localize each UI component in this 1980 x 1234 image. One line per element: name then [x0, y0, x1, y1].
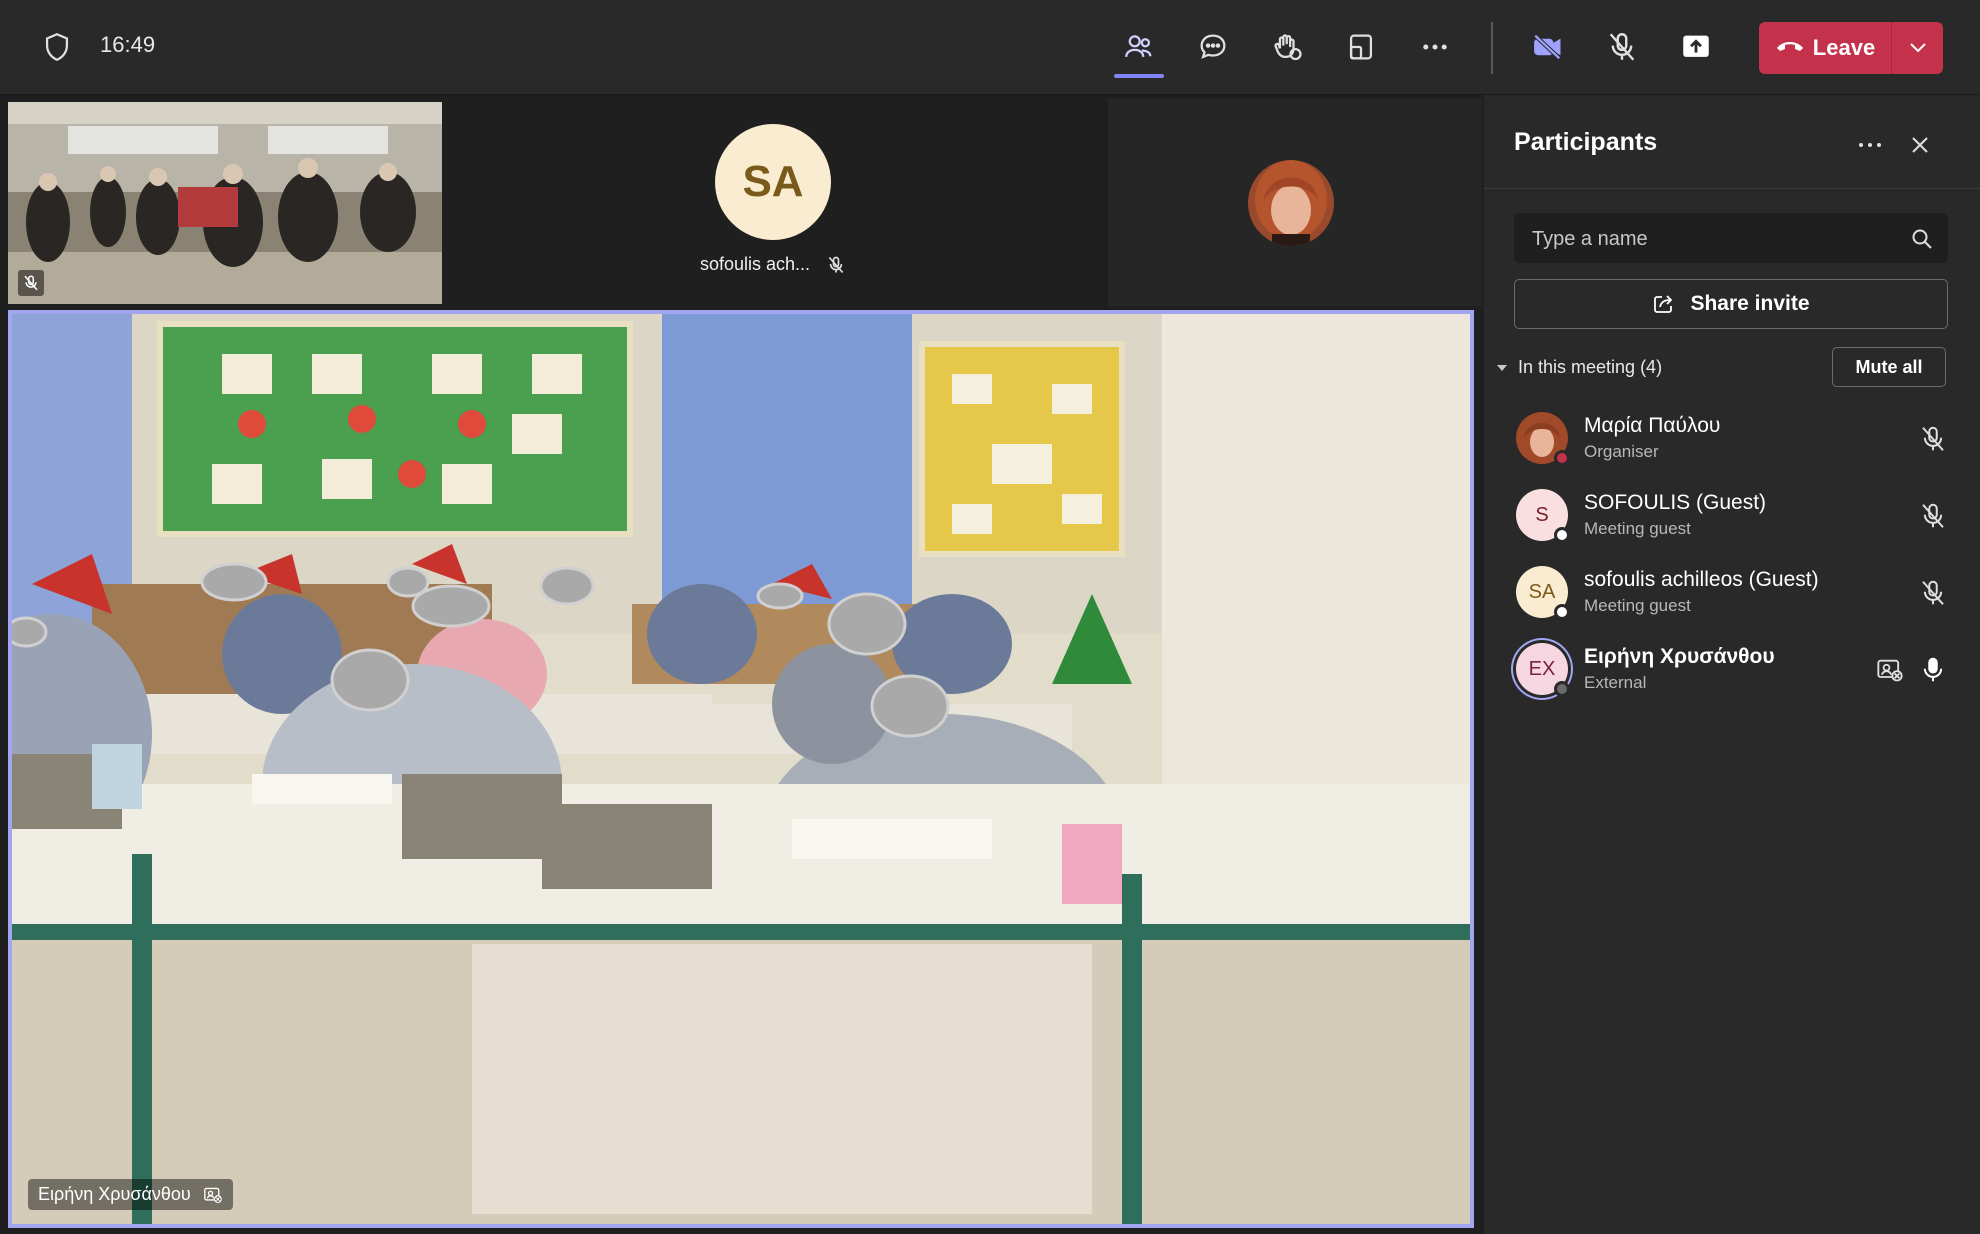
leave-label: Leave [1812, 35, 1876, 60]
in-meeting-label: In this meeting (4) [1518, 357, 1663, 377]
search-icon[interactable] [1910, 227, 1934, 251]
view-icon[interactable] [1338, 24, 1384, 70]
participant-role: Meeting guest [1584, 596, 1691, 615]
tile-name: sofoulis ach... [700, 254, 811, 274]
main-video-tile[interactable]: Ειρήνη Χρυσάνθου [8, 310, 1474, 1228]
leave-options-button[interactable] [1892, 22, 1943, 74]
avatar-initials: EX [1528, 657, 1556, 680]
share-screen-icon[interactable] [1673, 24, 1719, 70]
share-invite-button[interactable]: Share invite [1514, 279, 1948, 329]
participant-role: Meeting guest [1584, 519, 1691, 538]
avatar: EX [1516, 643, 1570, 697]
chevron-down-icon [1909, 43, 1926, 53]
toolbar-divider [1491, 22, 1493, 74]
meeting-toolbar: 16:49 Leave [0, 0, 1980, 95]
participant-name: Μαρία Παύλου [1584, 414, 1721, 437]
mic-off-icon [1922, 580, 1944, 605]
avatar: S [1516, 489, 1570, 543]
video-tile-maria[interactable] [1108, 98, 1482, 306]
more-options-icon[interactable] [1412, 24, 1458, 70]
video-tile-residents[interactable] [8, 102, 442, 304]
participant-role: Organiser [1584, 442, 1659, 461]
shield-icon [34, 24, 80, 70]
participant-row[interactable]: SA sofoulis achilleos (Guest) Meeting gu… [1484, 562, 1980, 632]
status-unknown-icon [1554, 681, 1570, 697]
avatar-initials: S [1535, 503, 1549, 526]
participant-name: SOFOULIS (Guest) [1584, 491, 1767, 514]
main-video-name-label: Ειρήνη Χρυσάνθου [28, 1179, 233, 1210]
search-input[interactable] [1514, 213, 1914, 265]
mute-all-button[interactable]: Mute all [1832, 347, 1946, 387]
avatar [1248, 160, 1334, 246]
participant-name: Ειρήνη Χρυσάνθου [1584, 645, 1775, 668]
participant-name: sofoulis achilleos (Guest) [1584, 568, 1819, 591]
caret-down-icon [1497, 364, 1507, 371]
participant-row[interactable]: EX Ειρήνη Χρυσάνθου External [1484, 639, 1980, 709]
mic-off-icon [1922, 426, 1944, 451]
panel-divider [1484, 188, 1980, 189]
participant-row[interactable]: S SOFOULIS (Guest) Meeting guest [1484, 485, 1980, 555]
close-icon[interactable] [1904, 129, 1936, 161]
reactions-icon[interactable] [1264, 24, 1310, 70]
external-user-icon [203, 1187, 222, 1203]
mic-on-icon [1923, 657, 1943, 682]
people-icon[interactable] [1116, 24, 1162, 70]
chat-icon[interactable] [1190, 24, 1236, 70]
leave-main-button[interactable]: Leave [1759, 22, 1892, 74]
classroom-video-image [12, 314, 1470, 1224]
share-icon [1654, 295, 1673, 313]
mic-off-icon [828, 256, 844, 273]
more-options-icon[interactable] [1854, 129, 1886, 161]
residents-video-image [8, 102, 442, 304]
leave-button[interactable]: Leave [1759, 22, 1943, 74]
status-busy-icon [1554, 450, 1570, 466]
camera-off-icon[interactable] [1525, 24, 1571, 70]
video-tile-sofoulis-achilleos[interactable]: SA sofoulis ach... [444, 98, 1106, 306]
active-tab-indicator [1114, 74, 1164, 78]
participant-row[interactable]: Μαρία Παύλου Organiser [1484, 408, 1980, 478]
participant-role: External [1584, 673, 1647, 692]
phone-hangup-icon [1775, 35, 1805, 61]
participants-panel: Participants Share invite In this meetin… [1484, 95, 1980, 1234]
avatar: SA [715, 124, 831, 240]
panel-title: Participants [1514, 128, 1658, 156]
main-video-name: Ειρήνη Χρυσάνθου [38, 1184, 191, 1204]
external-user-icon [1877, 659, 1903, 682]
search-box [1514, 213, 1948, 265]
mic-off-icon[interactable] [1599, 24, 1645, 70]
meeting-time: 16:49 [100, 32, 156, 57]
status-offline-icon [1554, 527, 1570, 543]
in-meeting-section-toggle[interactable]: In this meeting (4) [1496, 357, 1662, 378]
residents-mic-off-icon [18, 270, 44, 296]
status-offline-icon [1554, 604, 1570, 620]
avatar-initials: SA [1528, 580, 1556, 603]
avatar: SA [1516, 566, 1570, 620]
share-invite-label: Share invite [1690, 292, 1810, 315]
tile-name-row: sofoulis ach... [700, 254, 846, 275]
profile-photo [1248, 160, 1334, 246]
avatar [1516, 412, 1570, 466]
mic-off-icon [1922, 503, 1944, 528]
